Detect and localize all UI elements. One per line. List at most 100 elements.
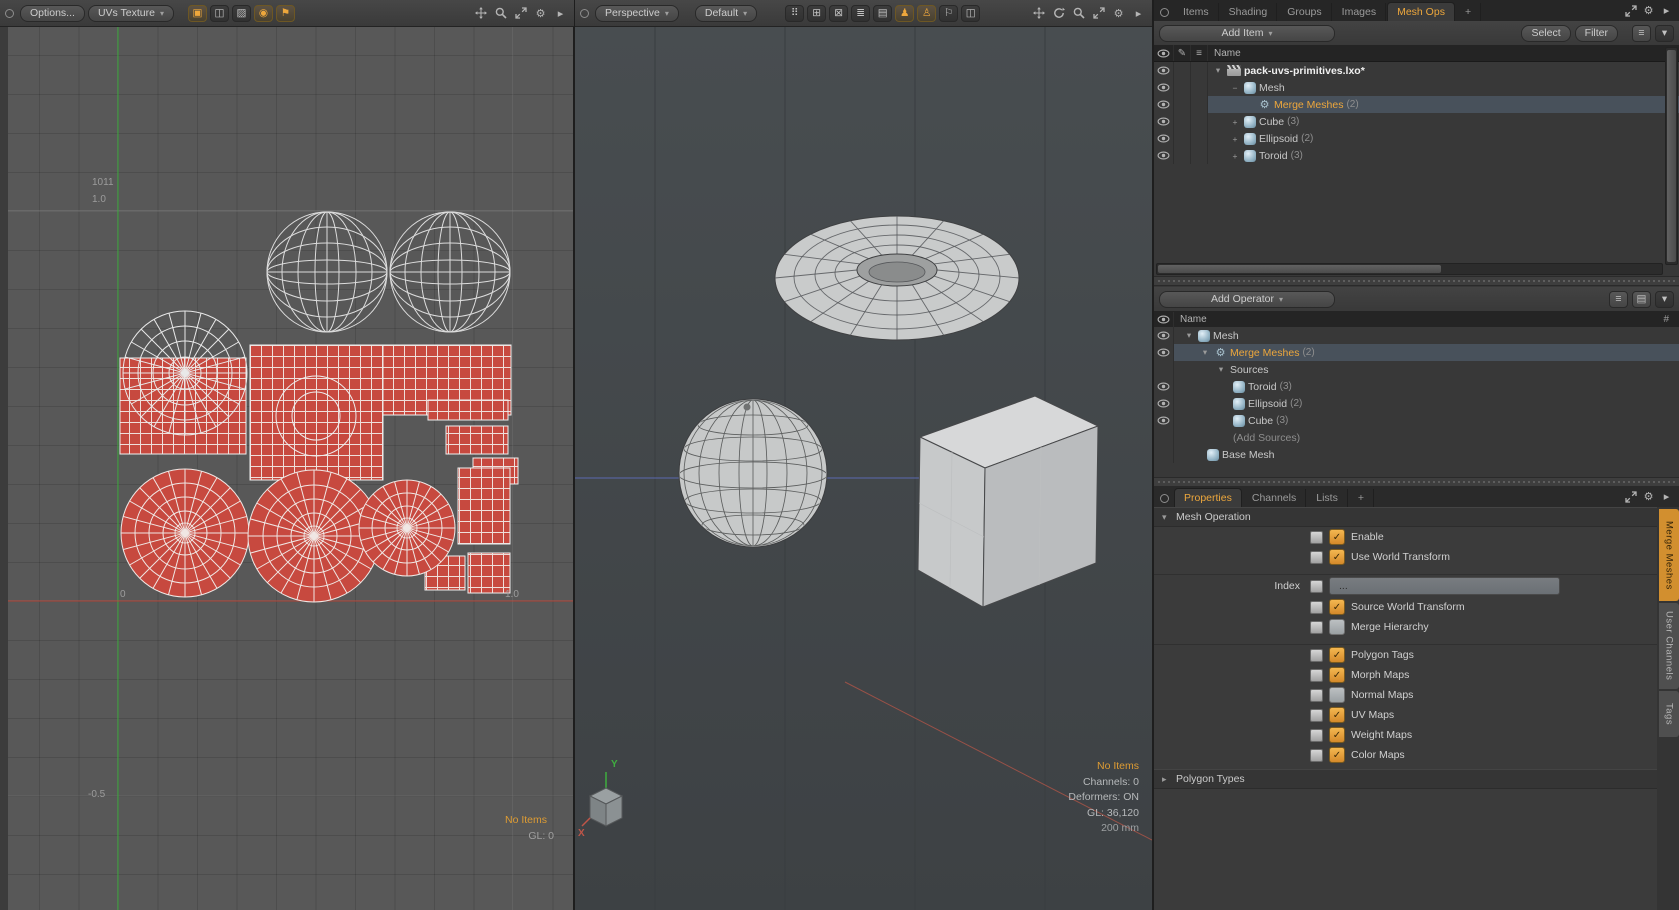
expander-icon[interactable]: +: [1229, 117, 1241, 127]
vertices-mode-icon[interactable]: ♟: [895, 5, 914, 22]
visibility-eye-icon[interactable]: [1154, 344, 1174, 361]
uv-image-icon[interactable]: ◉: [254, 5, 273, 22]
panel-resize-grip[interactable]: [1154, 276, 1679, 286]
expander-icon[interactable]: ▾: [1212, 65, 1224, 76]
channel-mini-box[interactable]: [1310, 531, 1323, 544]
side-tab-merge-meshes[interactable]: Merge Meshes: [1659, 509, 1679, 601]
uv-settings-gear-icon[interactable]: ⚙: [532, 5, 549, 22]
add-item-dropdown[interactable]: Add Item▾: [1159, 25, 1335, 42]
source-world-transform-checkbox[interactable]: ✓: [1329, 599, 1345, 615]
weight-maps-checkbox[interactable]: ✓: [1329, 727, 1345, 743]
channel-mini-box[interactable]: [1310, 649, 1323, 662]
merge-hierarchy-checkbox[interactable]: [1329, 619, 1345, 635]
item-list-hscrollbar[interactable]: [1156, 263, 1663, 275]
panel-more-arrow-icon[interactable]: ▸: [1658, 2, 1675, 19]
channel-mini-box[interactable]: [1310, 601, 1323, 614]
props-more-arrow-icon[interactable]: ▸: [1658, 488, 1675, 505]
uv-overlay-icon[interactable]: ◫: [210, 5, 229, 22]
edit-cell[interactable]: [1174, 130, 1191, 147]
channel-mini-box[interactable]: [1310, 621, 1323, 634]
add-operator-dropdown[interactable]: Add Operator▾: [1159, 291, 1335, 308]
index-field[interactable]: ...: [1329, 577, 1560, 595]
polygon-tags-checkbox[interactable]: ✓: [1329, 647, 1345, 663]
expander-icon[interactable]: −: [1229, 83, 1241, 93]
expander-icon[interactable]: ▾: [1183, 330, 1195, 341]
tab-shading[interactable]: Shading: [1220, 3, 1278, 21]
uv-options-button[interactable]: Options...: [20, 5, 85, 22]
op-row-add-sources[interactable]: (Add Sources): [1154, 429, 1679, 446]
edges-mode-icon[interactable]: ♙: [917, 5, 936, 22]
viewport-maximize-icon[interactable]: [1090, 5, 1107, 22]
expander-icon[interactable]: ▾: [1215, 364, 1227, 375]
mesh-operation-section-header[interactable]: ▾ Mesh Operation: [1154, 507, 1657, 527]
item-tree-empty-area[interactable]: [1154, 164, 1666, 263]
list-menu-button[interactable]: ▾: [1655, 25, 1674, 42]
morph-maps-checkbox[interactable]: ✓: [1329, 667, 1345, 683]
item-row-merge-meshes[interactable]: ⚙ Merge Meshes (2): [1154, 96, 1679, 113]
quad-view-icon[interactable]: ⊞: [807, 5, 826, 22]
polygon-types-section-header[interactable]: ▸ Polygon Types: [1154, 769, 1657, 789]
visibility-eye-icon[interactable]: [1154, 378, 1174, 395]
tab-properties[interactable]: Properties: [1174, 488, 1242, 507]
enable-checkbox[interactable]: ✓: [1329, 529, 1345, 545]
op-list-style-b-button[interactable]: ▤: [1632, 291, 1651, 308]
tab-items[interactable]: Items: [1174, 3, 1219, 21]
panel-resize-grip[interactable]: [1154, 477, 1679, 487]
item-list-vscrollbar[interactable]: [1665, 47, 1678, 265]
op-row-toroid[interactable]: Toroid (3): [1154, 378, 1679, 395]
viewport-rotate-icon[interactable]: [1050, 5, 1067, 22]
edit-cell[interactable]: [1174, 147, 1191, 164]
tag-cell[interactable]: [1191, 130, 1208, 147]
shading-dropdown[interactable]: Default▾: [695, 5, 757, 22]
filter-button[interactable]: Filter: [1575, 25, 1618, 42]
uv-snap-icon[interactable]: ⚑: [276, 5, 295, 22]
tab-lists[interactable]: Lists: [1307, 489, 1348, 507]
op-row-ellipsoid[interactable]: Ellipsoid (2): [1154, 395, 1679, 412]
op-row-sources[interactable]: ▾ Sources: [1154, 361, 1679, 378]
uv-maps-checkbox[interactable]: ✓: [1329, 707, 1345, 723]
op-list-style-a-button[interactable]: ≡: [1609, 291, 1628, 308]
edit-cell[interactable]: [1174, 79, 1191, 96]
gutter-cell[interactable]: [1154, 361, 1174, 378]
panel-gear-icon[interactable]: ⚙: [1640, 2, 1657, 19]
uv-more-arrow-icon[interactable]: ▸: [552, 5, 569, 22]
visibility-eye-icon[interactable]: [1154, 412, 1174, 429]
visibility-eye-icon[interactable]: [1154, 96, 1174, 113]
item-row-scene[interactable]: ▾ pack-uvs-primitives.lxo*: [1154, 62, 1679, 79]
expander-icon[interactable]: ▾: [1199, 347, 1211, 358]
item-row-ellipsoid[interactable]: + Ellipsoid (2): [1154, 130, 1679, 147]
uv-pan-icon[interactable]: [472, 5, 489, 22]
tab-groups[interactable]: Groups: [1278, 3, 1331, 21]
tag-cell[interactable]: [1191, 79, 1208, 96]
visibility-eye-icon[interactable]: [1154, 130, 1174, 147]
viewport-zoom-icon[interactable]: [1070, 5, 1087, 22]
edit-cell[interactable]: [1174, 96, 1191, 113]
item-row-toroid[interactable]: + Toroid (3): [1154, 147, 1679, 164]
uv-frame-icon[interactable]: ▣: [188, 5, 207, 22]
item-row-cube[interactable]: + Cube (3): [1154, 113, 1679, 130]
shade-style-icon[interactable]: ▤: [873, 5, 892, 22]
viewport-gear-icon[interactable]: ⚙: [1110, 5, 1127, 22]
visibility-eye-icon[interactable]: [1154, 327, 1174, 344]
visibility-eye-icon[interactable]: [1154, 395, 1174, 412]
uv-zoom-icon[interactable]: [492, 5, 509, 22]
tab-add[interactable]: +: [1456, 3, 1481, 21]
uv-canvas[interactable]: 1011 1.0 0 1.0 -0.5 No Items GL: 0: [8, 26, 574, 910]
panel-corner-handle[interactable]: [1160, 494, 1169, 503]
side-tab-user-channels[interactable]: User Channels: [1659, 603, 1679, 689]
visibility-eye-icon[interactable]: [1154, 147, 1174, 164]
op-row-cube[interactable]: Cube (3): [1154, 412, 1679, 429]
color-maps-checkbox[interactable]: ✓: [1329, 747, 1345, 763]
op-list-menu-button[interactable]: ▾: [1655, 291, 1674, 308]
panel-corner-handle[interactable]: [1160, 8, 1169, 17]
tag-cell[interactable]: [1191, 96, 1208, 113]
uv-maximize-icon[interactable]: [512, 5, 529, 22]
single-view-icon[interactable]: ⊠: [829, 5, 848, 22]
visibility-eye-icon[interactable]: [1154, 113, 1174, 130]
uv-texture-dropdown[interactable]: UVs Texture▾: [88, 5, 174, 22]
camera-dropdown[interactable]: Perspective▾: [595, 5, 679, 22]
dots-grid-icon[interactable]: ⠿: [785, 5, 804, 22]
use-world-transform-checkbox[interactable]: ✓: [1329, 549, 1345, 565]
tab-channels[interactable]: Channels: [1243, 489, 1306, 507]
op-row-base-mesh[interactable]: Base Mesh: [1154, 446, 1679, 463]
